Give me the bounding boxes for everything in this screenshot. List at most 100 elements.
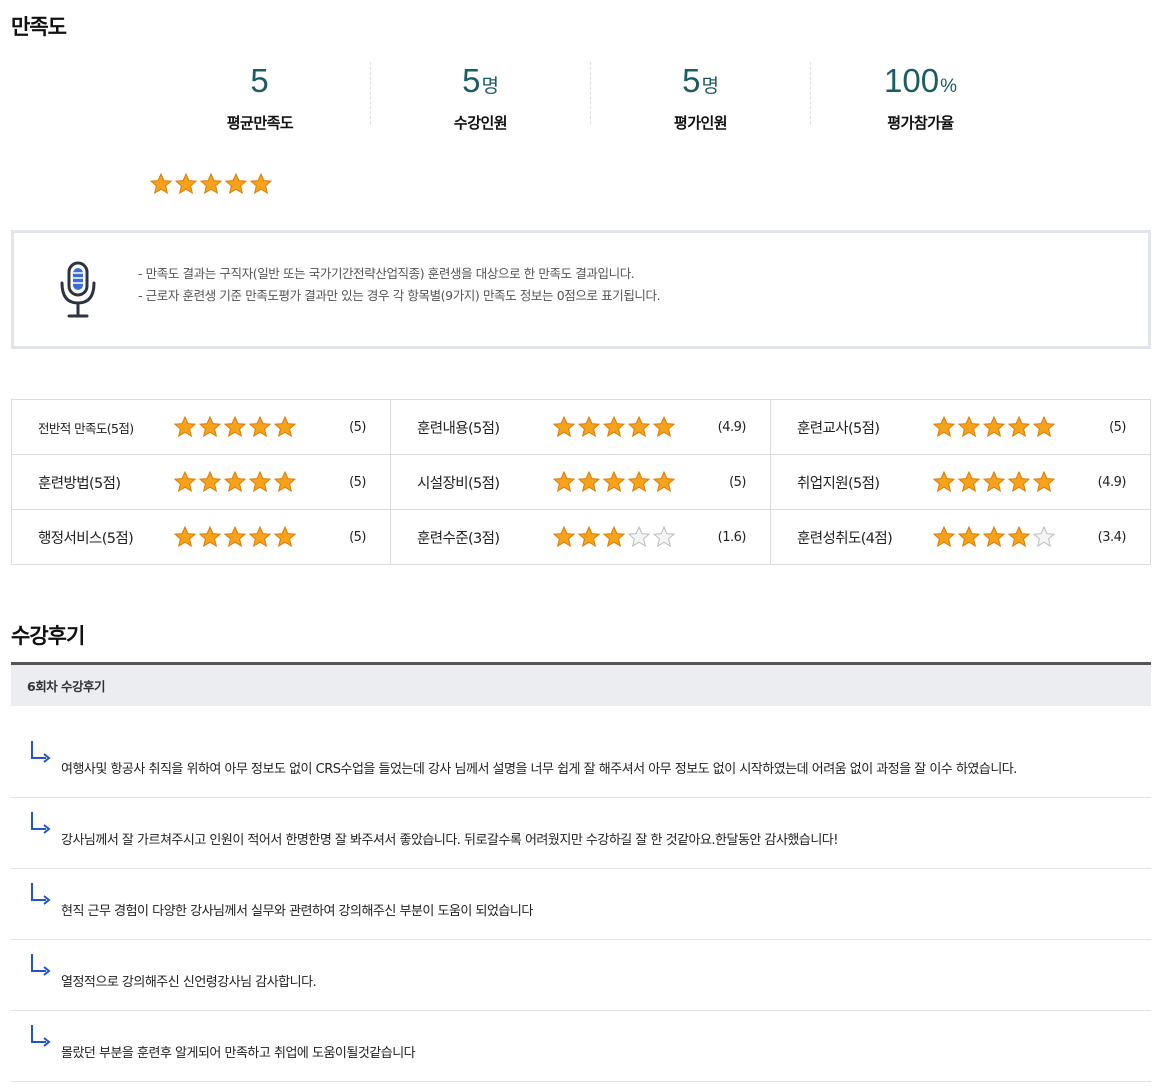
star-filled-icon (653, 416, 675, 437)
star-filled-icon (274, 416, 296, 437)
rating-cell: 훈련내용(5점) (4.9) (391, 400, 771, 455)
summary-value: 5명 (462, 62, 499, 99)
review-text: 강사님께서 잘 가르쳐주시고 인원이 적어서 한명한명 잘 봐주셔서 좋았습니다… (61, 833, 838, 848)
rating-label: 취업지원(5점) (797, 475, 880, 492)
star-filled-icon (249, 526, 271, 547)
star-filled-icon (224, 526, 246, 547)
reply-arrow-icon (31, 812, 51, 834)
star-empty-icon (628, 526, 650, 547)
rating-label: 시설장비(5점) (417, 475, 500, 492)
review-text: 몰랐던 부분을 훈련후 알게되어 만족하고 취업에 도움이될것같습니다 (61, 1046, 416, 1061)
rating-score: (5) (349, 474, 366, 490)
rating-cell: 훈련수준(3점) (1.6) (391, 510, 771, 564)
rating-cell: 전반적 만족도(5점) (5) (12, 400, 391, 455)
star-filled-icon (1033, 471, 1055, 492)
review-item: 현직 근무 경험이 다양한 강사님께서 실무와 관련하여 강의해주신 부분이 도… (11, 869, 1151, 940)
star-filled-icon (250, 173, 272, 194)
summary-label: 평균만족도 (226, 114, 294, 132)
star-filled-icon (174, 526, 196, 547)
star-filled-icon (553, 526, 575, 547)
rating-stars (933, 416, 1055, 437)
rating-stars (553, 471, 675, 492)
satisfaction-title: 만족도 (11, 15, 67, 39)
star-filled-icon (200, 173, 222, 194)
reviews-title: 수강후기 (11, 624, 85, 648)
ratings-table: 전반적 만족도(5점) (5) 훈련내용(5점) (4.9) 훈련교사(5점) … (11, 399, 1151, 565)
rating-score: (3.4) (1097, 529, 1127, 545)
star-filled-icon (199, 471, 221, 492)
reply-arrow-icon (31, 954, 51, 976)
review-text: 현직 근무 경험이 다양한 강사님께서 실무와 관련하여 강의해주신 부분이 도… (61, 904, 533, 919)
star-empty-icon (1033, 526, 1055, 547)
rating-score: (5) (349, 419, 366, 435)
rating-stars (174, 526, 296, 547)
summary-label: 수강인원 (453, 114, 508, 132)
rating-cell: 훈련성취도(4점) (3.4) (771, 510, 1150, 564)
summary-value: 100% (884, 62, 957, 99)
star-filled-icon (578, 471, 600, 492)
star-filled-icon (553, 471, 575, 492)
reply-arrow-icon (31, 1025, 51, 1047)
star-empty-icon (653, 526, 675, 547)
rating-cell: 훈련방법(5점) (5) (12, 455, 391, 510)
star-filled-icon (958, 471, 980, 492)
rating-stars (933, 471, 1055, 492)
star-filled-icon (933, 416, 955, 437)
notice-box: - 만족도 결과는 구직자(일반 또는 국가기간전략산업직종) 훈련생을 대상으… (11, 230, 1151, 349)
star-filled-icon (175, 173, 197, 194)
star-filled-icon (224, 471, 246, 492)
rating-score: (5) (729, 474, 746, 490)
star-filled-icon (933, 471, 955, 492)
star-filled-icon (983, 471, 1005, 492)
summary-evaluators: 5명 평가인원 (590, 62, 810, 132)
star-filled-icon (225, 173, 247, 194)
star-filled-icon (603, 526, 625, 547)
review-item: 열정적으로 강의해주신 신언령강사님 감사합니다. (11, 940, 1151, 1011)
notice-text: - 만족도 결과는 구직자(일반 또는 국가기간전략산업직종) 훈련생을 대상으… (138, 263, 661, 307)
star-filled-icon (274, 526, 296, 547)
star-filled-icon (653, 471, 675, 492)
rating-score: (5) (349, 529, 366, 545)
summary-value: 5 (250, 62, 269, 99)
star-filled-icon (249, 471, 271, 492)
overall-star-rating (150, 173, 272, 194)
star-filled-icon (628, 416, 650, 437)
notice-line: - 근로자 훈련생 기준 만족도평가 결과만 있는 경우 각 항목별(9가지) … (138, 288, 661, 303)
rating-score: (5) (1109, 419, 1126, 435)
summary-label: 평가인원 (673, 114, 728, 132)
rating-stars (933, 526, 1055, 547)
rating-label: 전반적 만족도(5점) (38, 420, 134, 436)
star-filled-icon (1033, 416, 1055, 437)
star-filled-icon (199, 526, 221, 547)
star-filled-icon (150, 173, 172, 194)
rating-cell: 훈련교사(5점) (5) (771, 400, 1150, 455)
rating-cell: 행정서비스(5점) (5) (12, 510, 391, 564)
review-session-header: 6회차 수강후기 (11, 662, 1151, 706)
rating-label: 훈련성취도(4점) (797, 530, 893, 547)
satisfaction-summary: 5 평균만족도 5명 수강인원 5명 평가인원 100% 평가참가율 (150, 62, 1030, 132)
review-item: 여행사및 항공사 취직을 위하여 아무 정보도 없이 CRS수업을 들었는데 강… (11, 727, 1151, 798)
review-text: 여행사및 항공사 취직을 위하여 아무 정보도 없이 CRS수업을 들었는데 강… (61, 762, 1017, 777)
rating-label: 훈련교사(5점) (797, 420, 880, 437)
star-filled-icon (603, 471, 625, 492)
rating-stars (553, 526, 675, 547)
rating-label: 훈련방법(5점) (38, 475, 121, 492)
notice-line: - 만족도 결과는 구직자(일반 또는 국가기간전략산업직종) 훈련생을 대상으… (138, 266, 635, 281)
reply-arrow-icon (31, 883, 51, 905)
summary-value: 5명 (682, 62, 719, 99)
star-filled-icon (274, 471, 296, 492)
rating-label: 훈련수준(3점) (417, 530, 500, 547)
rating-cell: 취업지원(5점) (4.9) (771, 455, 1150, 510)
star-filled-icon (628, 471, 650, 492)
star-filled-icon (174, 416, 196, 437)
summary-participation: 100% 평가참가율 (810, 62, 1030, 132)
rating-score: (1.6) (717, 529, 747, 545)
star-filled-icon (553, 416, 575, 437)
star-filled-icon (224, 416, 246, 437)
star-filled-icon (1008, 526, 1030, 547)
star-filled-icon (578, 416, 600, 437)
star-filled-icon (199, 416, 221, 437)
review-text: 열정적으로 강의해주신 신언령강사님 감사합니다. (61, 975, 317, 990)
rating-score: (4.9) (1097, 474, 1127, 490)
review-item: 몰랐던 부분을 훈련후 알게되어 만족하고 취업에 도움이될것같습니다 (11, 1011, 1151, 1082)
